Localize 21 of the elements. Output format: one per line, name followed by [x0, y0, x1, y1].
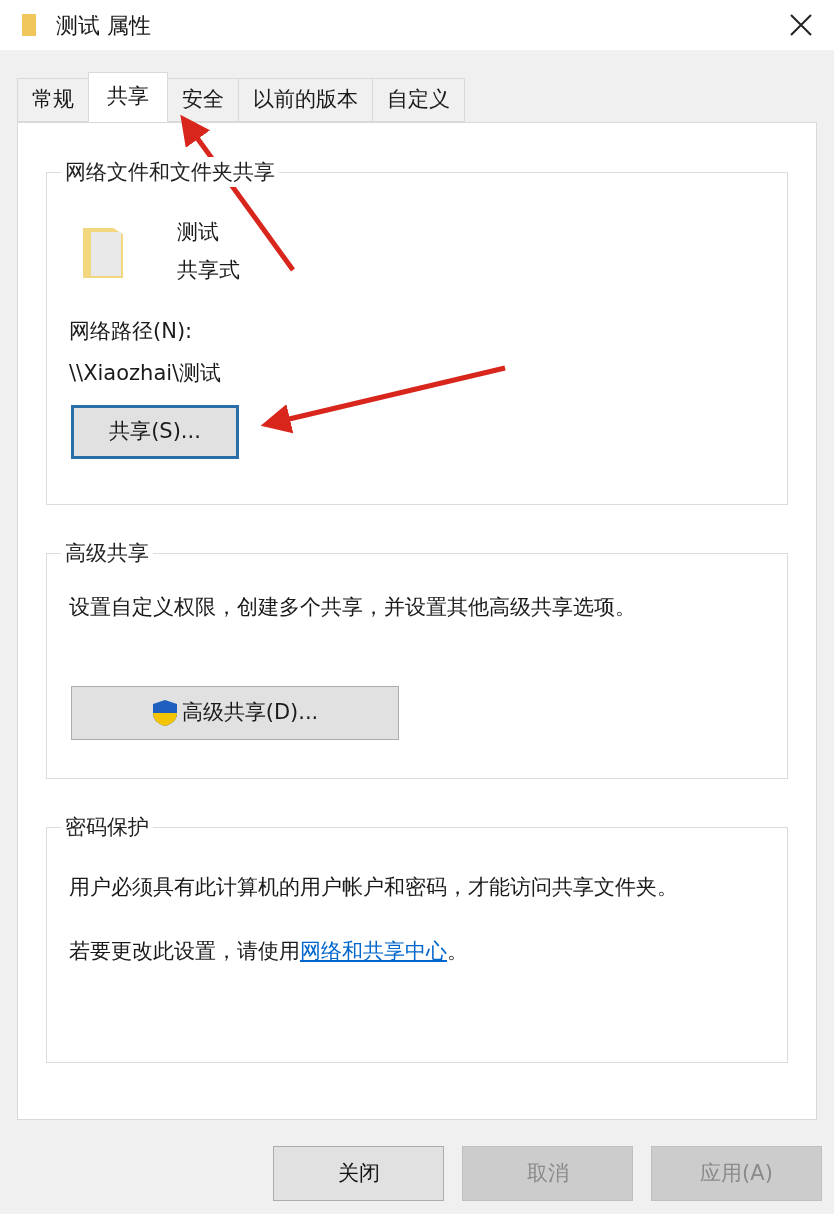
advanced-sharing-button[interactable]: 高级共享(D)... — [71, 685, 399, 740]
dialog-button[interactable]: 关闭 — [273, 1146, 444, 1201]
folder-name: 测试 — [177, 219, 220, 246]
tab[interactable]: 以前的版本 — [238, 78, 373, 122]
folder-icon — [20, 12, 38, 38]
tab[interactable]: 常规 — [17, 78, 89, 122]
tab[interactable]: 安全 — [167, 78, 239, 122]
path-label: 网络路径(N): — [69, 318, 194, 345]
tab[interactable]: 自定义 — [372, 78, 465, 122]
share-button[interactable]: 共享(S)... — [71, 405, 239, 459]
network-center-link[interactable]: 网络和共享中心 — [300, 938, 447, 963]
tab[interactable]: 共享 — [88, 72, 168, 122]
window-title: 测试 属性 — [56, 11, 151, 40]
description: 设置自定义权限，创建多个共享，并设置其他高级共享选项。 — [69, 594, 637, 621]
shield-icon — [151, 698, 178, 727]
share-status: 共享式 — [177, 256, 240, 284]
description: 用户必须具有此计算机的用户帐户和密码，才能访问共享文件夹。 — [69, 874, 679, 901]
settings-hint: 若要更改此设置，请使用网络和共享中心。 — [69, 937, 469, 965]
network-path: \\Xiaozhai\测试 — [69, 359, 223, 387]
group-title: 网络文件和文件夹共享 — [61, 157, 279, 187]
close-icon[interactable] — [788, 12, 814, 38]
